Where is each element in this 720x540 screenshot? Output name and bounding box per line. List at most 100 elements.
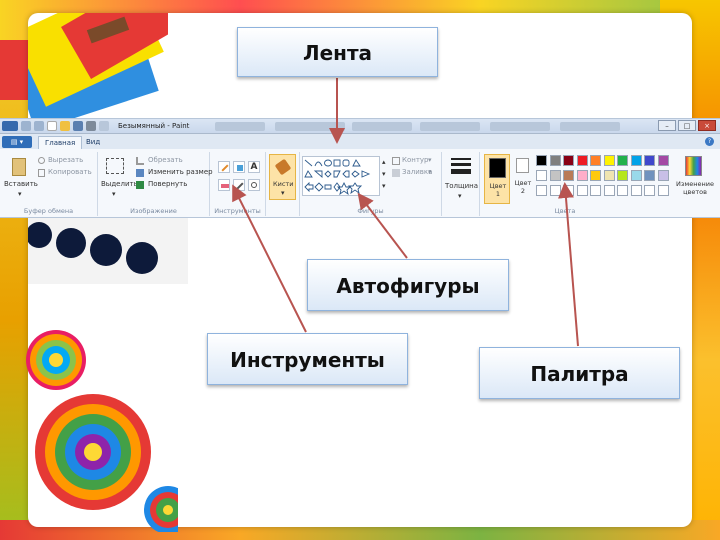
copy-icon xyxy=(38,169,45,177)
menu-icon[interactable] xyxy=(2,121,18,131)
brushes-label: Кисти xyxy=(273,180,294,188)
taskbar-blur xyxy=(420,122,480,131)
palette-swatch[interactable] xyxy=(644,155,655,166)
brushes-button[interactable]: Кисти ▾ xyxy=(269,154,296,200)
palette-swatch[interactable] xyxy=(617,155,628,166)
palette-swatch[interactable] xyxy=(563,185,574,196)
paste-button[interactable]: Вставить xyxy=(4,180,38,188)
palette-swatch[interactable] xyxy=(603,185,615,196)
fill-shape-icon xyxy=(392,169,400,177)
palette-swatch[interactable] xyxy=(563,170,574,181)
resize-icon xyxy=(136,169,144,177)
eraser-icon[interactable] xyxy=(218,179,230,191)
taskbar-blur xyxy=(275,122,345,131)
palette-swatch[interactable] xyxy=(536,170,547,181)
customize-icon[interactable] xyxy=(99,121,109,131)
rotate-button[interactable]: Повернуть xyxy=(148,180,187,188)
palette-swatch[interactable] xyxy=(630,170,642,181)
fill-icon[interactable] xyxy=(233,161,245,173)
palette-swatch[interactable] xyxy=(630,155,642,166)
tab-view[interactable]: Вид xyxy=(80,136,106,149)
maximize-button[interactable]: □ xyxy=(678,120,696,131)
size-group: Толщина ▾ xyxy=(442,152,480,216)
copy-button[interactable]: Копировать xyxy=(48,168,92,176)
outline-button[interactable]: Контур xyxy=(402,156,429,164)
ribbon-tabs: ▤ ▾ Главная Вид ? xyxy=(0,134,720,149)
palette-swatch[interactable] xyxy=(576,170,588,181)
title-bar: Безымянный - Paint – □ × xyxy=(0,119,720,134)
palette-swatch[interactable] xyxy=(549,155,561,166)
shapes-icons xyxy=(304,159,371,196)
outline-icon xyxy=(392,157,400,165)
shapes-callout: Автофигуры xyxy=(307,259,509,311)
pencil-icon[interactable] xyxy=(218,161,230,173)
close-button[interactable]: × xyxy=(698,120,716,131)
file-menu-button[interactable]: ▤ ▾ xyxy=(2,136,32,148)
palette-swatch[interactable] xyxy=(657,155,669,166)
palette-swatch[interactable] xyxy=(576,185,588,196)
open-icon[interactable] xyxy=(73,121,83,131)
color2-swatch[interactable] xyxy=(516,158,529,173)
redo-icon[interactable] xyxy=(34,121,44,131)
palette-swatch[interactable] xyxy=(563,155,574,166)
shapes-gallery[interactable] xyxy=(302,156,380,196)
paper-decoration xyxy=(28,13,168,123)
crop-icon xyxy=(136,157,144,165)
select-button[interactable]: Выделить xyxy=(101,180,138,188)
undo-icon[interactable] xyxy=(21,121,31,131)
window-title: Безымянный - Paint xyxy=(118,122,190,130)
tools-callout: Инструменты xyxy=(207,333,408,385)
palette-swatch[interactable] xyxy=(630,185,642,196)
color1-label: Цвет 1 xyxy=(489,182,507,198)
palette-swatch[interactable] xyxy=(590,155,601,166)
shapes-group: ▴ ▾ ▾ Контур ▾ Заливка ▾ Фигуры xyxy=(300,152,442,216)
save-icon[interactable] xyxy=(60,121,70,131)
palette-swatch[interactable] xyxy=(549,185,561,196)
window-controls: – □ × xyxy=(658,120,716,131)
new-icon[interactable] xyxy=(47,121,57,131)
select-icon[interactable] xyxy=(106,158,124,174)
color1-button[interactable]: Цвет 1 xyxy=(484,154,510,204)
colors-group: Цвет 1 Цвет 2 Изменение цветов Цвета xyxy=(480,152,720,216)
edit-colors-button[interactable]: Изменение цветов xyxy=(674,180,716,196)
color2-label: Цвет 2 xyxy=(514,179,532,195)
cut-button[interactable]: Вырезать xyxy=(48,156,83,164)
text-icon[interactable]: A xyxy=(248,161,260,173)
palette-swatch[interactable] xyxy=(549,170,561,181)
color-picker-icon[interactable] xyxy=(233,179,245,191)
palette-swatch[interactable] xyxy=(536,185,547,196)
palette-swatch[interactable] xyxy=(657,185,669,196)
palette-swatch[interactable] xyxy=(644,170,655,181)
palette-swatch[interactable] xyxy=(603,170,615,181)
tab-home[interactable]: Главная xyxy=(38,136,83,149)
palette-swatch[interactable] xyxy=(657,170,669,181)
crop-button[interactable]: Обрезать xyxy=(148,156,183,164)
minimize-button[interactable]: – xyxy=(658,120,676,131)
magnifier-icon[interactable] xyxy=(248,179,260,191)
print-icon[interactable] xyxy=(86,121,96,131)
paint-palette-decoration xyxy=(28,214,188,284)
paint-ribbon: Безымянный - Paint – □ × ▤ ▾ Главная Вид… xyxy=(0,118,720,218)
clipboard-group-label: Буфер обмена xyxy=(23,207,74,215)
palette-swatch[interactable] xyxy=(590,170,601,181)
palette-swatch[interactable] xyxy=(644,185,655,196)
taskbar-blur xyxy=(215,122,265,131)
ribbon-callout: Лента xyxy=(237,27,438,77)
paste-icon[interactable] xyxy=(12,158,26,176)
edit-colors-icon[interactable] xyxy=(685,156,702,176)
palette-swatch[interactable] xyxy=(617,185,628,196)
palette-swatch[interactable] xyxy=(576,155,588,166)
brushes-group: Кисти ▾ xyxy=(266,152,300,216)
palette-swatch[interactable] xyxy=(590,185,601,196)
palette-swatch[interactable] xyxy=(536,155,547,166)
size-button[interactable]: Толщина xyxy=(445,182,478,190)
tools-group: A Инструменты xyxy=(210,152,266,216)
size-icon[interactable] xyxy=(451,158,471,160)
palette-swatch[interactable] xyxy=(617,170,628,181)
resize-button[interactable]: Изменить размер xyxy=(148,168,213,176)
palette-swatch[interactable] xyxy=(603,155,615,166)
help-icon[interactable]: ? xyxy=(705,137,714,146)
taskbar-blur xyxy=(560,122,620,131)
taskbar-blur xyxy=(352,122,412,131)
image-group: Выделить ▾ Обрезать Изменить размер Пове… xyxy=(98,152,213,216)
